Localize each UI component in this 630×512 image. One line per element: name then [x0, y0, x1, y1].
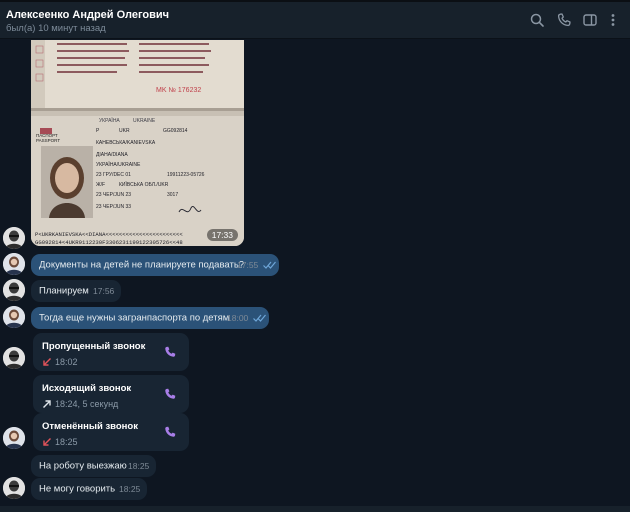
svg-text:P<UKRKANIEVSKA<<DIANA<<<<<<<<<: P<UKRKANIEVSKA<<DIANA<<<<<<<<<<<<<<<<<<<… [35, 231, 183, 238]
avatar[interactable] [3, 227, 25, 249]
svg-text:19911223-05726: 19911223-05726 [167, 172, 205, 178]
composer-edge [0, 506, 630, 512]
call-info: 18:25 [42, 437, 78, 447]
search-icon[interactable] [529, 12, 545, 28]
message-text: Планируем [39, 285, 89, 297]
chat-status: был(а) 10 минут назад [6, 23, 106, 34]
svg-text:3017: 3017 [167, 192, 178, 198]
avatar[interactable] [3, 477, 25, 499]
more-vertical-icon[interactable] [605, 12, 621, 28]
photo-time: 17:33 [206, 229, 238, 241]
message-bubble-incoming[interactable]: Не могу говорить 18:25 [31, 478, 147, 500]
chat-header: Алексеенко Андрей Олегович был(а) 10 мин… [0, 0, 630, 39]
passport-serial: MK № 176232 [156, 87, 201, 94]
phone-icon[interactable] [163, 425, 177, 439]
read-check-icon [263, 261, 276, 269]
message-bubble-incoming[interactable]: На роботу выезжаю 18:25 [31, 455, 156, 477]
svg-text:КИЇВСЬКА ОБЛ./UKR: КИЇВСЬКА ОБЛ./UKR [119, 181, 169, 188]
outgoing-call-arrow-icon [42, 399, 52, 409]
avatar[interactable] [3, 427, 25, 449]
photo-message[interactable]: MK № 176232 УКРАЇНА UKRAINE ПАСПОРТ PASS… [31, 40, 244, 246]
passport-photo: MK № 176232 УКРАЇНА UKRAINE ПАСПОРТ PASS… [31, 40, 244, 246]
svg-text:GG092814: GG092814 [163, 128, 188, 134]
call-info: 18:24, 5 секунд [42, 399, 118, 409]
call-title: Пропущенный звонок [42, 341, 146, 352]
message-text: На роботу выезжаю [39, 460, 127, 472]
svg-text:23 ЧЕР/JUN 33: 23 ЧЕР/JUN 33 [96, 204, 131, 210]
window-top-strip [0, 0, 630, 2]
call-time: 18:24, 5 секунд [55, 399, 119, 409]
svg-text:UKRAINE: UKRAINE [133, 118, 156, 124]
avatar[interactable] [3, 347, 25, 369]
sidebar-toggle-icon[interactable] [582, 12, 598, 28]
message-time: 18:25 [128, 461, 150, 471]
call-bubble-cancelled[interactable]: Отменённый звонок 18:25 [33, 413, 189, 451]
message-list[interactable]: MK № 176232 УКРАЇНА UKRAINE ПАСПОРТ PASS… [0, 40, 630, 506]
message-text: Тогда еще нужны загранпаспорта по детям [39, 312, 230, 324]
message-time: 17:55 [237, 260, 259, 270]
missed-call-arrow-icon [42, 357, 52, 367]
message-text: Документы на детей не планируете подават… [39, 259, 245, 271]
message-bubble-outgoing[interactable]: Тогда еще нужны загранпаспорта по детям … [31, 307, 269, 329]
call-bubble-outgoing[interactable]: Исходящий звонок 18:24, 5 секунд [33, 375, 189, 413]
read-check-icon [253, 314, 266, 322]
avatar[interactable] [3, 306, 25, 328]
svg-text:PASSPORT: PASSPORT [36, 138, 60, 143]
phone-icon[interactable] [163, 345, 177, 359]
svg-text:ДІАНА/DIANA: ДІАНА/DIANA [96, 152, 128, 158]
svg-text:УКРАЇНА: УКРАЇНА [99, 117, 120, 124]
svg-text:Ж/F: Ж/F [96, 182, 105, 188]
call-time: 18:25 [55, 437, 78, 447]
call-title: Исходящий звонок [42, 383, 132, 394]
phone-icon[interactable] [163, 387, 177, 401]
phone-icon[interactable] [556, 12, 572, 28]
missed-call-arrow-icon [42, 437, 52, 447]
svg-text:23 ЧЕР/JUN 23: 23 ЧЕР/JUN 23 [96, 192, 131, 198]
message-bubble-outgoing[interactable]: Документы на детей не планируете подават… [31, 254, 279, 276]
message-time: 18:25 [119, 484, 141, 494]
message-time: 17:56 [93, 286, 115, 296]
message-text: Не могу говорить [39, 483, 116, 495]
chat-title[interactable]: Алексеенко Андрей Олегович [6, 9, 169, 21]
call-time: 18:02 [55, 357, 78, 367]
svg-text:КАНЕВСЬКА/KANIEVSKA: КАНЕВСЬКА/KANIEVSKA [96, 140, 156, 146]
svg-text:23 ГРУ/DEC 01: 23 ГРУ/DEC 01 [96, 172, 131, 178]
avatar[interactable] [3, 279, 25, 301]
call-bubble-missed[interactable]: Пропущенный звонок 18:02 [33, 333, 189, 371]
message-time: 18:00 [227, 313, 249, 323]
call-title: Отменённый звонок [42, 421, 138, 432]
svg-text:GG092814<4UKR9112230F330623119: GG092814<4UKR9112230F3306231199122305726… [35, 239, 183, 246]
avatar[interactable] [3, 253, 25, 275]
svg-text:УКРАЇНА/UKRAINE: УКРАЇНА/UKRAINE [96, 161, 141, 168]
svg-text:UKR: UKR [119, 128, 130, 134]
call-info: 18:02 [42, 357, 78, 367]
message-bubble-incoming[interactable]: Планируем 17:56 [31, 280, 121, 302]
